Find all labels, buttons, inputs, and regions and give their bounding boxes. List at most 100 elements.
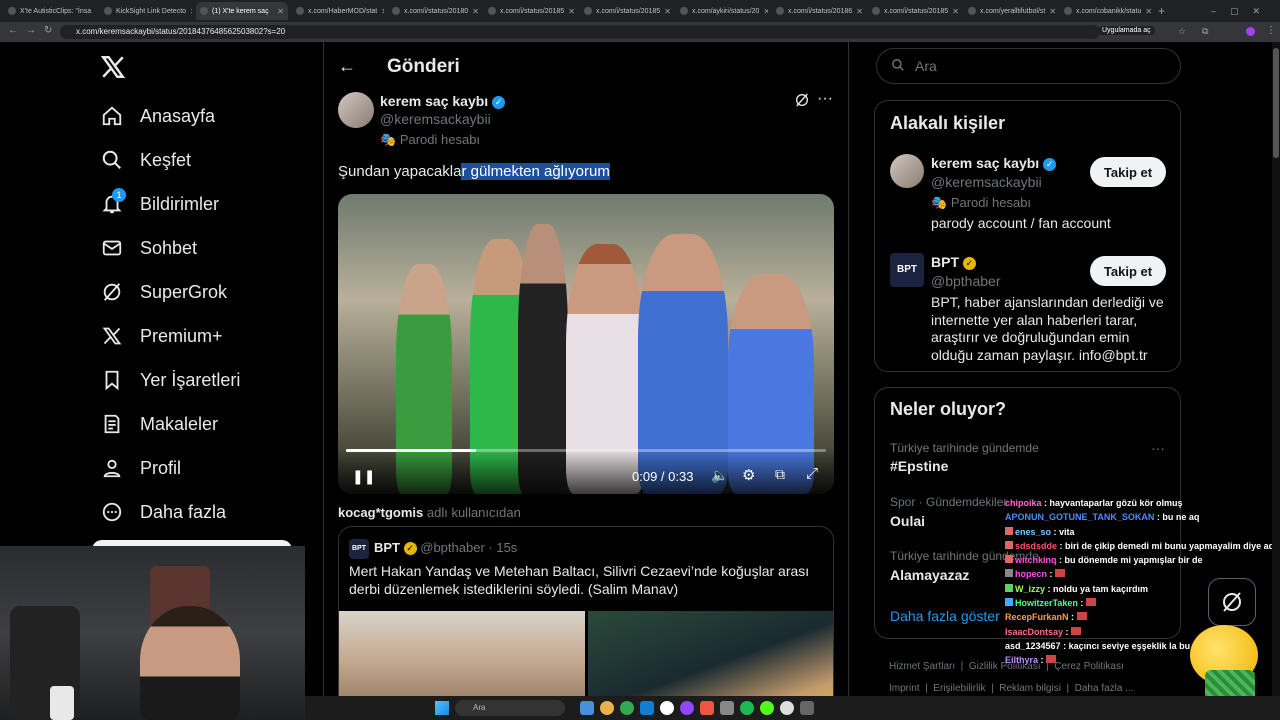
browser-tab-active[interactable]: (1) X'te kerem saç ✕ [196,2,288,20]
avatar[interactable] [338,92,374,128]
browser-tab[interactable]: x.com/i/status/20185 ✕ [580,2,672,20]
close-icon[interactable]: ✕ [472,7,479,16]
sidebar-item-chat[interactable]: Sohbet [100,233,197,263]
author-name[interactable]: kerem saç kaybı [380,93,488,109]
avatar[interactable] [890,154,924,188]
sidebar-item-home[interactable]: Anasayfa [100,101,215,131]
taskbar-app-icon[interactable] [700,701,714,715]
close-icon[interactable]: ✕ [381,7,384,16]
sidebar-item-supergrok[interactable]: SuperGrok [100,277,227,307]
bell-icon: 1 [100,188,126,216]
close-icon[interactable]: ✕ [95,7,96,16]
windows-start-icon[interactable] [435,701,449,715]
scrollbar[interactable] [1272,42,1280,696]
menu-icon[interactable]: ⋮ [1266,25,1276,36]
sidebar-item-label: Yer İşaretleri [140,369,241,390]
post-video[interactable]: ❚❚ 0:09 / 0:33 🔈 ⚙ ⧉ ⤢ [338,194,834,494]
footer-link[interactable]: Imprint [889,683,920,694]
browser-tab[interactable]: x.com/i/status/20185 ✕ [484,2,576,20]
browser-tab[interactable]: x.com/yeralltifutbol/st ✕ [964,2,1056,20]
footer-link[interactable]: Erişilebilirlik [933,683,985,694]
close-icon[interactable]: ✕ [952,7,959,16]
sidebar-item-notifications[interactable]: 1 Bildirimler [100,188,219,219]
sidebar-item-bookmarks[interactable]: Yer İşaretleri [100,365,240,395]
forward-nav-icon[interactable]: → [26,25,36,36]
trend-name[interactable]: #Epstine [890,458,948,474]
taskbar-search[interactable]: Ara [455,700,565,716]
quoted-post[interactable]: BPT BPT ✓ @bpthaber · 15s Mert Hakan Yan… [338,526,834,720]
taskbar-app-icon[interactable] [740,701,754,715]
taskbar-app-icon[interactable] [620,701,634,715]
scrollbar-thumb[interactable] [1273,48,1279,158]
browser-tab[interactable]: x.com/i/status/20185 ✕ [868,2,960,20]
grok-icon[interactable] [794,92,810,111]
browser-tab[interactable]: x.com/i/status/20180 ✕ [388,2,480,20]
taskbar-app-icon[interactable] [720,701,734,715]
close-icon[interactable]: ✕ [763,7,768,16]
x-logo-icon[interactable] [100,54,126,83]
attribution-user[interactable]: kocag*tgomis [338,505,423,520]
search-box[interactable]: Ara [876,48,1181,84]
follow-button[interactable]: Takip et [1090,157,1166,187]
sidebar-item-profile[interactable]: Profil [100,453,181,483]
trend-name[interactable]: Alamayazaz [890,567,969,583]
taskbar-app-icon[interactable] [680,701,694,715]
settings-gear-icon[interactable]: ⚙ [742,466,755,484]
follow-button[interactable]: Takip et [1090,256,1166,286]
close-icon[interactable]: ✕ [1049,7,1056,16]
more-circle-icon [100,500,124,524]
more-options-icon[interactable]: ··· [817,90,833,108]
close-icon[interactable]: ✕ [664,7,671,16]
sidebar-item-more[interactable]: Daha fazla [100,497,226,527]
post-author[interactable]: kerem saç kaybı ✓ [380,93,506,109]
browser-tab[interactable]: x.com/i/status/20186 ✕ [772,2,864,20]
browser-tab[interactable]: x.com/cobanikk/statu ✕ [1060,2,1152,20]
url-field[interactable]: x.com/keremsackaybi/status/2018437648562… [60,25,1100,39]
related-person-name[interactable]: kerem saç kaybı ✓ [931,155,1057,171]
author-handle[interactable]: @keremsackaybii [380,111,491,127]
browser-tab[interactable]: x.com/aykiri/status/20 ✕ [676,2,768,20]
new-tab-icon[interactable]: + [1158,4,1165,18]
browser-address-bar: ← → ↻ x.com/keremsackaybi/status/2018437… [0,22,1280,42]
trend-name[interactable]: Oulai [890,513,925,529]
star-icon[interactable]: ☆ [1178,26,1186,37]
quoted-handle: @bpthaber [420,540,485,555]
close-icon[interactable]: ✕ [190,7,192,16]
back-nav-icon[interactable]: ← [8,25,18,36]
bpt-logo-avatar[interactable]: BPT [890,253,924,287]
extensions-icon[interactable]: ⧉ [1202,26,1208,37]
chat-emote-icon [1076,612,1087,621]
sidebar-item-explore[interactable]: Keşfet [100,145,191,175]
related-person-name[interactable]: BPT ✓ [931,254,976,270]
back-arrow-icon[interactable]: ← [338,56,356,77]
fullscreen-icon[interactable]: ⤢ [806,465,818,482]
footer-link[interactable]: Hizmet Şartları [889,661,955,672]
video-progress-track[interactable] [346,449,826,452]
sidebar-item-articles[interactable]: Makaleler [100,409,218,439]
browser-tab[interactable]: x.com/HaberMOD/stat✕ [292,2,384,20]
taskbar-app-icon[interactable] [600,701,614,715]
taskbar-app-icon[interactable] [760,701,774,715]
taskbar-app-icon[interactable] [580,701,594,715]
browser-tab[interactable]: KickSight Link Detecto✕ [100,2,192,20]
chat-text: : bu dönemde mi yapmışlar bir de [1059,555,1203,566]
taskbar-app-icon[interactable] [640,701,654,715]
open-in-app-button[interactable]: Uygulamada aç [1098,26,1155,35]
pip-icon[interactable]: ⧉ [775,466,785,483]
close-icon[interactable]: ✕ [568,7,575,16]
volume-icon[interactable]: 🔈 [711,467,728,484]
taskbar-app-icon[interactable] [660,701,674,715]
window-controls[interactable]: –▢✕ [1211,6,1280,17]
sidebar-item-premium[interactable]: Premium+ [100,321,223,351]
show-more-link[interactable]: Daha fazla göster [890,608,1000,624]
reload-icon[interactable]: ↻ [44,25,52,36]
close-icon[interactable]: ✕ [856,7,863,16]
taskbar-app-icon[interactable] [800,701,814,715]
profile-avatar[interactable] [1246,27,1255,36]
pause-icon[interactable]: ❚❚ [352,468,375,485]
browser-tab[interactable]: X'te AutisticClips: "İnsa✕ [4,2,96,20]
close-icon[interactable]: ✕ [277,7,284,16]
taskbar-app-icon[interactable] [780,701,794,715]
close-icon[interactable]: ✕ [1145,7,1152,16]
more-options-icon[interactable]: ··· [1151,440,1165,456]
